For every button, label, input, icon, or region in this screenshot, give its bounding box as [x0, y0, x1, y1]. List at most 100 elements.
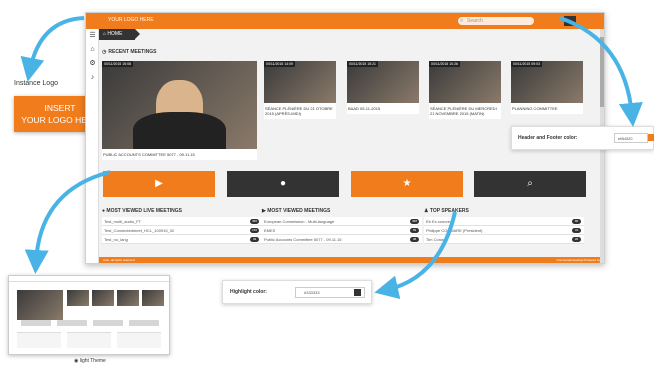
clock-icon: ◷: [102, 49, 107, 55]
list-item[interactable]: Philippe COUMARE (President) 34: [424, 226, 584, 235]
list-title: ▶ MOST VIEWED MEETINGS: [262, 208, 331, 214]
meeting-thumbnail[interactable]: 00/11/2015 10:26: [429, 61, 501, 103]
breadcrumb-label: HOME: [107, 31, 123, 37]
meeting-caption[interactable]: BAAD 05-11-2015: [347, 103, 419, 114]
sidebar: ☰ ⌂ ⚙ ♪: [86, 29, 99, 263]
microphone-icon[interactable]: ♪: [86, 71, 99, 85]
list-item[interactable]: Public Accounts Committee 5077 - 09.11.1…: [262, 235, 422, 244]
search-input[interactable]: ⌕ Search: [458, 17, 534, 25]
recent-meetings-title: ◷ RECENT MEETINGS: [102, 49, 156, 55]
mini-list: [67, 332, 111, 348]
footer-powered-by[interactable]: Connectedmeetings Powered by: [557, 257, 600, 263]
meeting-thumbnail[interactable]: 00/11/2015 15:08: [102, 61, 257, 149]
search-button[interactable]: ⌕: [474, 171, 586, 197]
count-badge: 450: [250, 219, 259, 224]
mini-thumb: [17, 290, 63, 320]
mini-thumb: [92, 290, 114, 306]
mini-thumb: [67, 290, 89, 306]
meeting-caption[interactable]: PLANNING COMMITTEE: [511, 103, 583, 114]
search-icon: ⌕: [460, 18, 464, 24]
mini-button: [93, 320, 123, 326]
header-footer-color-swatch[interactable]: [648, 134, 654, 141]
search-placeholder: Search: [467, 18, 483, 24]
highlight-color-panel: Highlight color: #333333: [222, 280, 372, 304]
microphone-button[interactable]: ●: [227, 171, 339, 197]
highlight-color-label: Highlight color:: [230, 289, 267, 295]
list-item[interactable]: EMES 59: [262, 226, 422, 235]
list-title: ● MOST VIEWED LIVE MEETINGS: [102, 208, 182, 214]
list-title: ♟ TOP SPEAKERS: [424, 208, 469, 214]
count-badge: 34: [572, 228, 581, 233]
instance-logo-label: Instance Logo: [14, 80, 58, 87]
microphone-icon: ●: [279, 178, 287, 189]
mini-thumb: [117, 290, 139, 306]
stage: Instance Logo INSERT YOUR LOGO HERE YOUR…: [0, 0, 654, 370]
meeting-card[interactable]: 00/11/2015 09:03 PLANNING COMMITTEE: [511, 61, 583, 114]
count-badge: 26: [572, 237, 581, 242]
header-logo[interactable]: YOUR LOGO HERE: [108, 17, 154, 23]
meeting-caption[interactable]: PUBLIC ACCOUNTS COMMITTEE 5077 - 09.11.1…: [102, 149, 257, 160]
home-icon[interactable]: ⌂: [86, 43, 99, 57]
mini-list: [17, 332, 61, 348]
header-footer-color-label: Header and Footer color:: [518, 135, 578, 141]
recent-meetings-label: RECENT MEETINGS: [108, 49, 157, 55]
meeting-timestamp: 00/11/2015 14:09: [264, 61, 295, 67]
favorites-button[interactable]: ★: [351, 171, 463, 197]
list-item[interactable]: Test_Connectedmeet_HCL_100915_02 156: [102, 226, 262, 235]
count-badge: 156: [250, 228, 259, 233]
list-item[interactable]: Eb Ex-ccnoreg 86: [424, 217, 584, 226]
light-theme-caption: ◉ light Theme: [74, 358, 106, 364]
count-badge: 38: [410, 237, 419, 242]
mini-button: [129, 320, 159, 326]
list-item[interactable]: Test_no_lang 39: [102, 235, 262, 244]
footer-copyright: Auto, all rights reserved: [103, 258, 135, 262]
light-theme-preview[interactable]: [8, 275, 170, 355]
footer-bar: Auto, all rights reserved Connectedmeeti…: [99, 257, 604, 263]
list-item[interactable]: Test_multi_audio_FT 450: [102, 217, 262, 226]
breadcrumb-arrow: [135, 29, 140, 39]
meeting-caption[interactable]: SÉANCE PLÉNIÈRE DU MERCREDI 21 NOVEMBRE …: [429, 103, 501, 119]
meeting-card[interactable]: 00/11/2015 15:21 BAAD 05-11-2015: [347, 61, 419, 114]
star-icon: ★: [402, 178, 412, 189]
count-badge: 458: [410, 219, 419, 224]
play-icon: ▶: [155, 178, 163, 189]
list-item[interactable]: European Commission - Multi-language 458: [262, 217, 422, 226]
meeting-card[interactable]: 00/11/2015 14:09 SÉANCE PLÉNIÈRE DU 21 O…: [264, 61, 336, 119]
speaker-body: [133, 112, 226, 149]
mini-header: [9, 276, 169, 282]
meeting-card-featured[interactable]: 00/11/2015 15:08 PUBLIC ACCOUNTS COMMITT…: [102, 61, 257, 160]
count-badge: 86: [572, 219, 581, 224]
mini-button: [21, 320, 51, 326]
meeting-thumbnail[interactable]: 00/11/2015 09:03: [511, 61, 583, 103]
meeting-card[interactable]: 00/11/2015 10:26 SÉANCE PLÉNIÈRE DU MERC…: [429, 61, 501, 119]
arrow-to-logo: [20, 16, 85, 82]
mini-button: [57, 320, 87, 326]
meeting-timestamp: 00/11/2015 10:26: [429, 61, 460, 67]
mini-thumb: [142, 290, 164, 306]
header-bar: YOUR LOGO HERE ⌕ Search: [86, 13, 604, 29]
most-viewed-list: ▶ MOST VIEWED MEETINGS European Commissi…: [262, 208, 422, 244]
count-badge: 59: [410, 228, 419, 233]
meeting-caption[interactable]: SÉANCE PLÉNIÈRE DU 21 OTOBRE 2015 (APRÈS…: [264, 103, 336, 119]
scrollbar-thumb[interactable]: [600, 37, 604, 107]
highlight-color-swatch[interactable]: [354, 289, 361, 296]
search-icon: ⌕: [527, 178, 533, 189]
list-item[interactable]: Tim Conway 26: [424, 235, 584, 244]
count-badge: 39: [250, 237, 259, 242]
meeting-timestamp: 00/11/2015 09:03: [511, 61, 542, 67]
meeting-thumbnail[interactable]: 00/11/2015 14:09: [264, 61, 336, 103]
top-speakers-list: ♟ TOP SPEAKERS Eb Ex-ccnoreg 86 Philippe …: [424, 208, 584, 244]
meeting-timestamp: 00/11/2015 15:21: [347, 61, 378, 67]
meeting-thumbnail[interactable]: 00/11/2015 15:21: [347, 61, 419, 103]
meeting-timestamp: 00/11/2015 15:08: [102, 61, 133, 67]
user-menu-button[interactable]: [564, 16, 576, 26]
menu-icon[interactable]: ☰: [86, 29, 99, 43]
action-buttons: ▶ ● ★ ⌕: [103, 171, 598, 197]
gear-icon[interactable]: ⚙: [86, 57, 99, 71]
header-footer-color-panel: Header and Footer color: ef8d320: [511, 126, 654, 150]
play-button[interactable]: ▶: [103, 171, 215, 197]
mini-list: [117, 332, 161, 348]
header-footer-color-input[interactable]: ef8d320: [614, 133, 648, 143]
most-viewed-live-list: ● MOST VIEWED LIVE MEETINGS Test_multi_a…: [102, 208, 262, 244]
breadcrumb[interactable]: ⌂ HOME: [99, 29, 135, 40]
